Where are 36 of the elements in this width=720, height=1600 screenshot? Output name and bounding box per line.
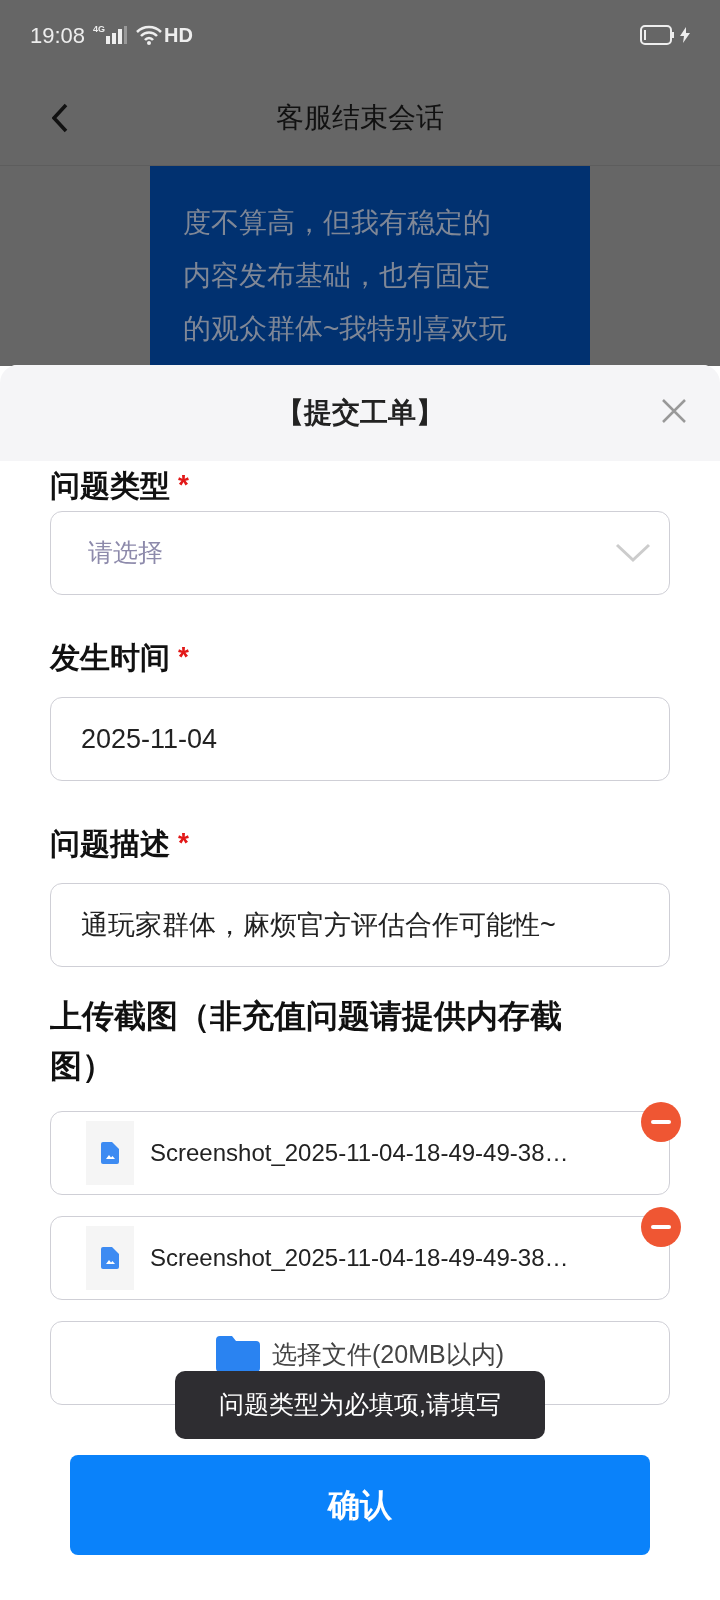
chat-text: 的观众群体~我特别喜欢玩 — [183, 312, 509, 346]
close-icon — [661, 398, 687, 424]
required-mark: * — [178, 468, 189, 502]
remove-button[interactable] — [641, 1207, 681, 1247]
status-time: 19:08 — [30, 21, 86, 50]
image-file-icon — [101, 1142, 119, 1164]
wifi-label: HD — [164, 23, 193, 48]
chevron-down-icon — [615, 543, 651, 563]
field-label: 问题类型 — [50, 467, 170, 504]
minus-icon — [651, 1225, 671, 1229]
image-file-icon — [101, 1247, 119, 1269]
back-icon — [52, 102, 68, 133]
file-name: Screenshot_2025-11-04-18-49-49-38… — [150, 1243, 569, 1273]
remove-button[interactable] — [641, 1102, 681, 1142]
text-field[interactable]: 2025-11-04 — [50, 697, 670, 781]
chat-text: 度不算高，但我有稳定的 — [183, 206, 492, 240]
field-label: 问题描述 — [50, 825, 170, 862]
chat-text: 内容发布基础，也有固定 — [183, 259, 492, 293]
file-name: Screenshot_2025-11-04-18-49-49-38… — [150, 1138, 569, 1168]
page-title: 客服结束会话 — [276, 100, 444, 135]
select-placeholder: 请选择 — [88, 537, 164, 569]
text-field[interactable]: 通玩家群体，麻烦官方评估合作可能性~ — [50, 883, 670, 967]
network-type: 4G — [93, 23, 106, 37]
signal-icon — [106, 26, 129, 44]
folder-icon — [216, 1336, 260, 1372]
battery-icon — [640, 25, 676, 45]
required-mark: * — [178, 826, 189, 860]
error-toast: 问题类型为必填项,请填写 — [175, 1371, 545, 1439]
sheet-title: 【提交工单】 — [276, 396, 444, 430]
wifi-icon — [136, 25, 163, 45]
required-mark: * — [178, 640, 189, 674]
field-label: 发生时间 — [50, 639, 170, 676]
minus-icon — [651, 1120, 671, 1124]
confirm-button[interactable]: 确认 — [70, 1455, 650, 1555]
upload-label: 上传截图（非充值问题请提供内存截图） — [50, 997, 563, 1086]
charging-icon — [680, 27, 690, 43]
